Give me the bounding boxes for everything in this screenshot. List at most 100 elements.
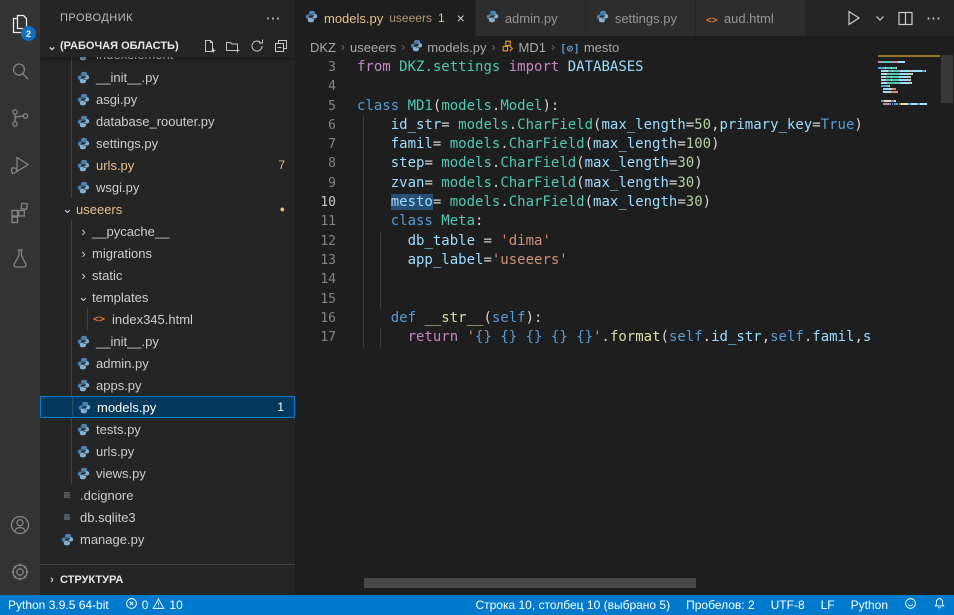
refresh-icon[interactable] — [249, 38, 265, 54]
code-line-14[interactable]: 14 — [295, 270, 878, 289]
tab-models.py[interactable]: models.pyuseeers1× — [295, 0, 476, 36]
indent-guide — [71, 66, 72, 88]
listfile-icon: ≡ — [59, 488, 75, 502]
interpreter-label: Python 3.9.5 64-bit — [8, 598, 109, 612]
sidebar-header: ПРОВОДНИК ⋯ — [40, 0, 295, 35]
indent-guide — [71, 242, 72, 264]
code-line-4[interactable]: 4 — [295, 77, 878, 96]
vertical-scrollbar-thumb[interactable] — [941, 55, 953, 103]
code-line-10[interactable]: 10 mesto= models.CharField(max_length=30… — [295, 193, 878, 212]
tree-item-wsgi.py[interactable]: wsgi.py — [40, 176, 295, 198]
explorer-icon[interactable]: 2 — [0, 0, 40, 47]
tab-settings.py[interactable]: settings.py — [586, 0, 696, 36]
search-icon[interactable] — [0, 47, 40, 94]
tree-item-views.py[interactable]: views.py — [40, 462, 295, 484]
code-line-6[interactable]: 6 id_str= models.CharField(max_length=50… — [295, 116, 878, 135]
tree-item-urls.py[interactable]: urls.py7 — [40, 154, 295, 176]
new-folder-icon[interactable] — [225, 38, 241, 54]
tree-item-models.py[interactable]: models.py1 — [40, 396, 295, 418]
code-line-12[interactable]: 12 db_table = 'dima' — [295, 232, 878, 251]
code-token: famil — [357, 136, 433, 152]
code-token: , — [762, 329, 770, 345]
breadcrumb-item-DKZ[interactable]: DKZ — [310, 40, 336, 55]
collapse-all-icon[interactable] — [273, 38, 289, 54]
problems-status[interactable]: 0 10 — [117, 595, 191, 615]
breadcrumb-item-mesto[interactable]: [⊘]mesto — [560, 40, 619, 55]
horizontal-scrollbar-thumb[interactable] — [364, 578, 696, 588]
run-dropdown-icon[interactable] — [875, 13, 885, 23]
split-editor-icon[interactable] — [897, 10, 914, 27]
tree-folder-migrations[interactable]: ›migrations — [40, 242, 295, 264]
tab-admin.py[interactable]: admin.py — [476, 0, 586, 36]
more-actions-icon[interactable]: ⋯ — [926, 9, 942, 27]
settings-gear-icon[interactable] — [0, 548, 40, 595]
eol-status[interactable]: LF — [813, 595, 843, 615]
code-line-5[interactable]: 5class MD1(models.Model): — [295, 97, 878, 116]
code-line-7[interactable]: 7 famil= models.CharField(max_length=100… — [295, 135, 878, 154]
code-token: CharField — [509, 136, 585, 152]
more-actions-icon[interactable]: ⋯ — [262, 9, 286, 27]
tree-item-label: indexelement — [96, 57, 173, 62]
run-icon[interactable] — [843, 8, 863, 28]
vertical-scrollbar[interactable] — [940, 36, 954, 595]
horizontal-scrollbar[interactable] — [295, 578, 878, 588]
tree-item-indexelement[interactable]: indexelement — [40, 57, 295, 66]
tree-item-apps.py[interactable]: apps.py — [40, 374, 295, 396]
language-mode-status[interactable]: Python — [843, 595, 896, 615]
breadcrumb-item-MD1[interactable]: MD1 — [501, 39, 546, 56]
tree-item-tests.py[interactable]: tests.py — [40, 418, 295, 440]
minimap[interactable] — [878, 55, 940, 106]
cursor-position-status[interactable]: Строка 10, столбец 10 (выбрано 5) — [467, 595, 678, 615]
source-control-icon[interactable] — [0, 94, 40, 141]
code-editor[interactable]: 3from DKZ.settings import DATABASES45cla… — [295, 58, 878, 565]
python-interpreter-status[interactable]: Python 3.9.5 64-bit — [0, 595, 117, 615]
tree-item-database_roouter.py[interactable]: database_roouter.py — [40, 110, 295, 132]
outline-section-header[interactable]: › СТРУКТУРА — [40, 564, 295, 595]
workspace-section-header[interactable]: ⌄ (РАБОЧАЯ ОБЛАСТЬ) ... — [40, 35, 295, 57]
code-token: ) — [854, 117, 862, 133]
indentation-status[interactable]: Пробелов: 2 — [678, 595, 763, 615]
indent-guide — [87, 308, 88, 330]
code-line-13[interactable]: 13 app_label='useeers' — [295, 251, 878, 270]
code-token: MD1 — [408, 98, 433, 114]
code-token: ) — [694, 175, 702, 191]
tree-folder-static[interactable]: ›static — [40, 264, 295, 286]
encoding-status[interactable]: UTF-8 — [763, 595, 813, 615]
tree-item-admin.py[interactable]: admin.py — [40, 352, 295, 374]
new-file-icon[interactable] — [201, 38, 217, 54]
tree-item-urls.py[interactable]: urls.py — [40, 440, 295, 462]
tree-folder-__pycache__[interactable]: ›__pycache__ — [40, 220, 295, 242]
notifications-button[interactable] — [925, 595, 954, 615]
feedback-button[interactable] — [896, 595, 925, 615]
tree-item-__init__.py[interactable]: __init__.py — [40, 330, 295, 352]
testing-icon[interactable] — [0, 235, 40, 282]
tree-folder-useeers[interactable]: ⌄useeers● — [40, 198, 295, 220]
tree-item-asgi.py[interactable]: asgi.py — [40, 88, 295, 110]
tree-item-__init__.py[interactable]: __init__.py — [40, 66, 295, 88]
tab-aud.html[interactable]: <>aud.html — [696, 0, 806, 36]
code-token: = — [483, 233, 500, 249]
vscode-window: 2 ПРОВОДНИК ⋯ ⌄ (РАБОЧАЯ ОБЛАСТЬ) ... in… — [0, 0, 954, 615]
breadcrumb-item-models.py[interactable]: models.py — [410, 39, 486, 55]
code-line-17[interactable]: 17 return '{} {} {} {} {}'.format(self.i… — [295, 328, 878, 347]
code-line-8[interactable]: 8 step= models.CharField(max_length=30) — [295, 154, 878, 173]
code-line-15[interactable]: 15 — [295, 290, 878, 309]
close-icon[interactable]: × — [457, 11, 465, 25]
tree-item-manage.py[interactable]: manage.py — [40, 528, 295, 550]
line-content: class Meta: — [357, 212, 878, 231]
tree-item-.dcignore[interactable]: ≡.dcignore — [40, 484, 295, 506]
code-line-11[interactable]: 11 class Meta: — [295, 212, 878, 231]
tree-item-label: useeers — [76, 202, 122, 217]
run-debug-icon[interactable] — [0, 141, 40, 188]
extensions-icon[interactable] — [0, 188, 40, 235]
breadcrumb-item-useeers[interactable]: useeers — [350, 40, 396, 55]
tree-item-index345.html[interactable]: <>index345.html — [40, 308, 295, 330]
code-line-3[interactable]: 3from DKZ.settings import DATABASES — [295, 58, 878, 77]
tree-item-db.sqlite3[interactable]: ≡db.sqlite3 — [40, 506, 295, 528]
code-line-16[interactable]: 16 def __str__(self): — [295, 309, 878, 328]
tree-folder-templates[interactable]: ⌄templates — [40, 286, 295, 308]
account-icon[interactable] — [0, 501, 40, 548]
chevron-down-icon: ⌄ — [59, 201, 76, 217]
code-line-9[interactable]: 9 zvan= models.CharField(max_length=30) — [295, 174, 878, 193]
tree-item-settings.py[interactable]: settings.py — [40, 132, 295, 154]
